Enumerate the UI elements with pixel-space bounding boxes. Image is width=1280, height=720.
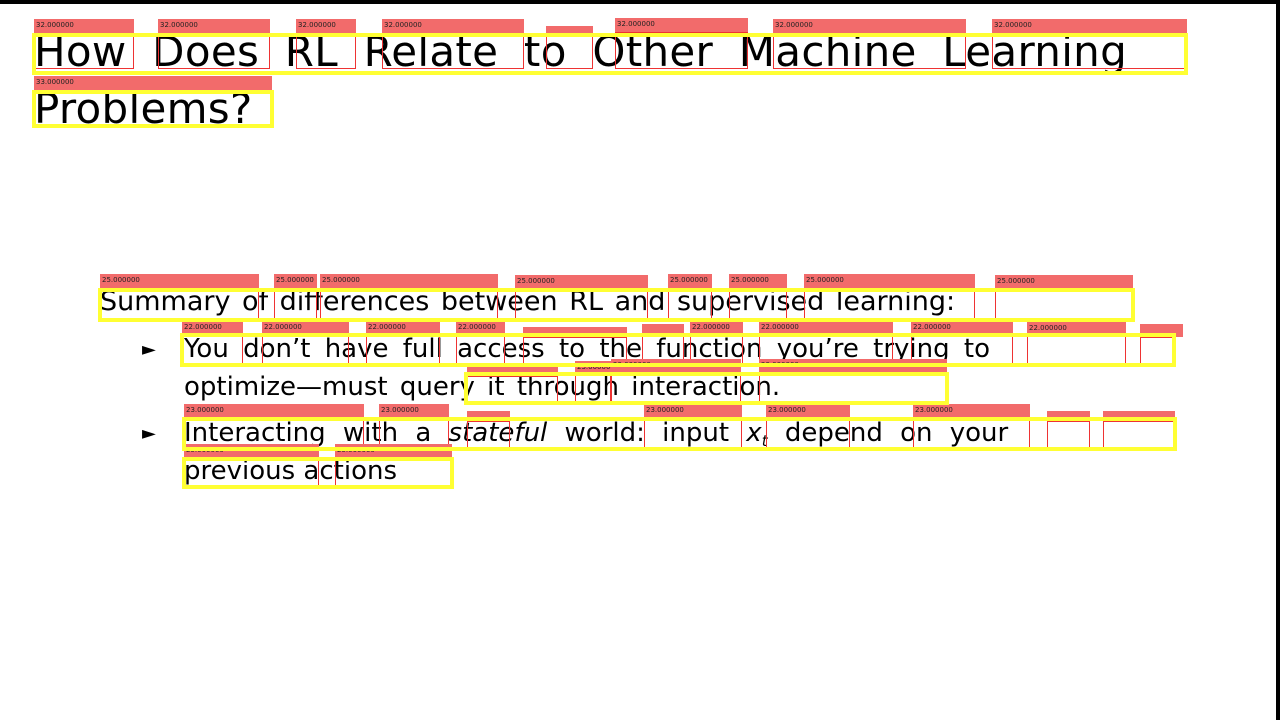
word-size-label: 25.000000 xyxy=(100,274,259,288)
word-size-label: 33.000000 xyxy=(34,76,272,90)
bullet-marker-icon: ► xyxy=(142,423,156,444)
word-size-label: 25.000000 xyxy=(274,274,317,288)
line-box-bullet-2-2 xyxy=(182,457,454,489)
word-size-label: 25.000000 xyxy=(995,275,1133,289)
word-size-label: 32.000000 xyxy=(34,19,134,33)
line-box-bullet-1-2 xyxy=(464,372,949,405)
word-size-label: 23.000000 xyxy=(184,404,364,418)
bullet-marker-icon: ► xyxy=(142,339,156,360)
word-size-label: 25.000000 xyxy=(804,274,975,288)
line-box-summary xyxy=(98,288,1135,322)
word-size-label: 23.000000 xyxy=(644,404,742,418)
word-size-label: 23.000000 xyxy=(379,404,449,418)
word-size-label: 32.000000 xyxy=(773,19,966,33)
word-size-label: 32.000000 xyxy=(296,19,356,33)
line-box-title-2 xyxy=(32,90,274,128)
word-size-label: 32.000000 xyxy=(615,18,748,32)
word-size-label: 25.000000 xyxy=(668,274,712,288)
word-size-label: 32.000000 xyxy=(158,19,270,33)
top-border xyxy=(0,0,1280,4)
word-size-label: 32.000000 xyxy=(992,19,1187,33)
line-box-bullet-1-1 xyxy=(180,333,1176,367)
word-size-label: 23.000000 xyxy=(766,404,850,418)
line-box-bullet-2-1 xyxy=(182,417,1177,451)
right-border xyxy=(1276,0,1280,720)
word-size-label: 25.000000 xyxy=(320,274,498,288)
word-size-label: 25.000000 xyxy=(515,275,648,289)
word-size-label: 23.000000 xyxy=(913,404,1030,418)
word-size-label: 32.000000 xyxy=(382,19,524,33)
word-size-label: 25.000000 xyxy=(729,274,787,288)
line-box-title-1 xyxy=(32,33,1188,75)
slide-page: How Does RL Relate to Other Machine Lear… xyxy=(0,0,1280,720)
